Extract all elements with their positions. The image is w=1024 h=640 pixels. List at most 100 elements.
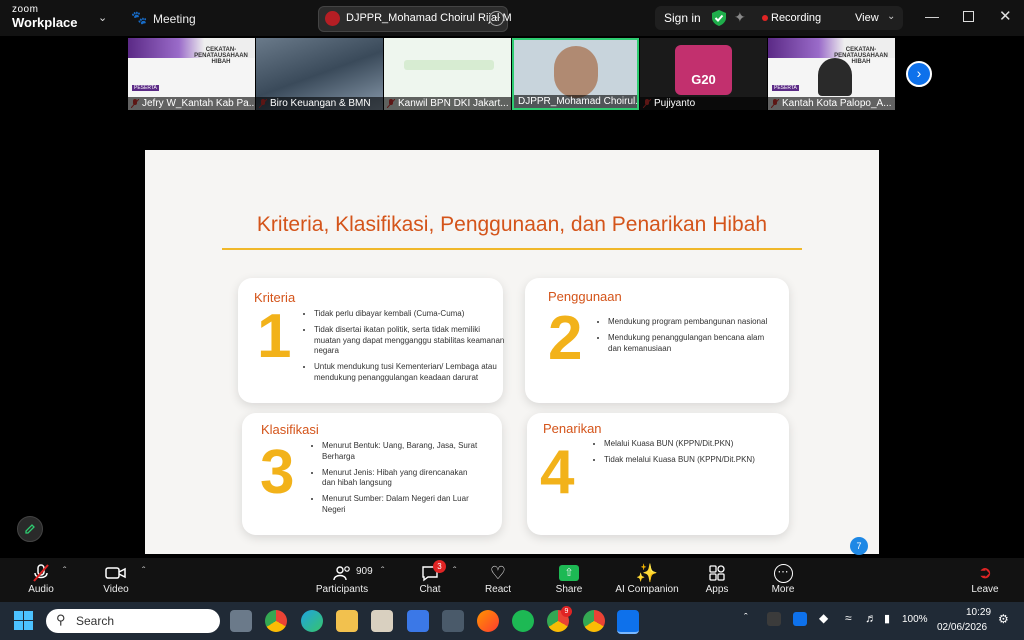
g20-logo: G20 — [675, 45, 732, 95]
meeting-toolbar: Audio ˆ Video ˆ Participants 909 ˆ Chat … — [0, 558, 1024, 602]
card-list: Mendukung program pembangunan nasional M… — [596, 317, 768, 359]
leave-door-icon: ➲ — [977, 563, 993, 582]
shield-icon[interactable] — [711, 9, 727, 27]
chevron-down-icon[interactable]: ⌄ — [98, 11, 107, 24]
heart-icon: ♡ — [489, 562, 507, 583]
participants-icon — [333, 566, 350, 581]
firefox-icon[interactable] — [477, 610, 499, 632]
share-arrow-icon: ⇧ — [559, 565, 579, 581]
tray-zoom-icon[interactable] — [793, 612, 807, 626]
more-label: More — [771, 584, 795, 595]
notepad-icon[interactable] — [407, 610, 429, 632]
search-box[interactable]: ⚲ Search — [46, 609, 220, 633]
participant-tile[interactable]: G20 Pujiyanto — [640, 38, 767, 110]
minimize-icon[interactable]: — — [925, 8, 939, 24]
list-item: Menurut Bentuk: Uang, Barang, Jasa, Sura… — [322, 441, 482, 463]
search-placeholder: Search — [76, 614, 115, 628]
audio-options-chevron-icon[interactable]: ˆ — [63, 566, 66, 577]
notification-bell-icon[interactable]: ⚙ — [998, 612, 1009, 626]
task-view-icon[interactable] — [230, 610, 252, 632]
participants-chevron-icon[interactable]: ˆ — [381, 566, 384, 577]
apps-button[interactable]: Apps — [682, 562, 752, 595]
mic-muted-icon — [33, 564, 49, 582]
more-dots-icon: ⋯ — [773, 563, 793, 583]
meeting-label[interactable]: Meeting — [153, 12, 196, 26]
tray-teams-icon[interactable]: ◆ — [819, 611, 828, 625]
record-dot-icon — [762, 15, 768, 21]
apps-label: Apps — [705, 584, 729, 595]
zoom-logo: zoom Workplace — [12, 5, 78, 30]
participant-tile[interactable]: Biro Keuangan & BMN — [256, 38, 383, 110]
card-list: Menurut Bentuk: Uang, Barang, Jasa, Sura… — [310, 441, 482, 521]
video-button[interactable]: Video — [81, 562, 151, 595]
recording-status[interactable]: Recording — [771, 12, 821, 24]
shared-slide: Kriteria, Klasifikasi, Penggunaan, dan P… — [145, 150, 879, 555]
annotate-pencil-icon[interactable] — [17, 516, 43, 542]
card-number: 3 — [260, 438, 295, 507]
meeting-avatar-icon — [325, 11, 340, 26]
card-number: 2 — [548, 304, 583, 373]
sign-in-button[interactable]: Sign in — [664, 11, 701, 25]
react-button[interactable]: ♡ React — [463, 562, 533, 596]
clock-time[interactable]: 10:29 — [966, 607, 991, 618]
view-chevron-icon[interactable]: ⌄ — [887, 11, 895, 22]
spotify-icon[interactable] — [512, 610, 534, 632]
restore-icon[interactable] — [963, 11, 974, 22]
clock-date[interactable]: 02/06/2026 — [937, 622, 987, 633]
leave-button[interactable]: ➲ Leave — [950, 562, 1020, 595]
battery-icon[interactable]: ▮ — [884, 612, 890, 625]
brand-bottom: Workplace — [12, 15, 78, 30]
list-item: Menurut Jenis: Hibah yang direncanakan d… — [322, 468, 482, 490]
list-item: Untuk mendukung tusi Kementerian/ Lembag… — [314, 362, 506, 384]
title-underline — [222, 248, 802, 250]
list-item: Tidak perlu dibayar kembali (Cuma-Cuma) — [314, 309, 506, 320]
list-item: Melalui Kuasa BUN (KPPN/Dit.PKN) — [604, 439, 779, 450]
meeting-name-pill[interactable]: DJPPR_Mohamad Choirul Rijal M ⋯ — [318, 6, 512, 32]
view-button[interactable]: View — [855, 12, 879, 24]
video-options-chevron-icon[interactable]: ˆ — [142, 566, 145, 577]
tile-slide-title: CEKATAN-PENATAUSAHAAN HIBAH — [194, 47, 248, 65]
card-number: 1 — [257, 302, 292, 371]
calculator-icon[interactable] — [442, 610, 464, 632]
list-item: Tidak disertai ikatan politik, serta tid… — [314, 325, 506, 357]
participant-name: Kantah Kota Palopo_A... — [768, 97, 895, 110]
next-page-arrow-icon[interactable]: › — [906, 61, 932, 87]
battery-level: 100% — [902, 614, 928, 625]
participant-tile[interactable]: CEKATAN-PENATAUSAHAAN HIBAH PESERTA Kant… — [768, 38, 895, 110]
list-item: Menurut Sumber: Dalam Negeri dan Luar Ne… — [322, 494, 482, 516]
more-button[interactable]: ⋯ More — [748, 562, 818, 595]
title-bar: zoom Workplace ⌄ 🐾 Meeting DJPPR_Mohamad… — [0, 0, 1024, 36]
list-item: Tidak melalui Kuasa BUN (KPPN/Dit.PKN) — [604, 455, 779, 466]
chat-label: Chat — [419, 584, 441, 595]
participant-tile[interactable]: CEKATAN-PENATAUSAHAAN HIBAH PESERTA Jefr… — [128, 38, 255, 110]
chat-chevron-icon[interactable]: ˆ — [453, 566, 456, 577]
sparkle-icon[interactable]: ✦ — [734, 9, 746, 26]
participant-tile[interactable]: Kanwil BPN DKI Jakart... — [384, 38, 511, 110]
apps-grid-icon — [709, 565, 725, 581]
ai-companion-button[interactable]: ✨ AI Companion — [606, 562, 688, 596]
file-explorer-icon[interactable] — [336, 610, 358, 632]
chat-badge: 3 — [433, 560, 446, 573]
volume-icon[interactable]: ♬ — [865, 611, 877, 625]
tray-app-icon[interactable] — [767, 612, 781, 626]
share-label: Share — [555, 584, 583, 595]
chrome-profile-2-icon[interactable] — [583, 610, 605, 632]
share-button[interactable]: ⇧ Share — [534, 562, 604, 595]
participant-tile-active[interactable]: DJPPR_Mohamad Choirul... — [512, 38, 639, 110]
paint-icon[interactable] — [371, 610, 393, 632]
participant-name: Pujiyanto — [640, 97, 767, 110]
search-icon: ⚲ — [56, 612, 66, 627]
card-number: 4 — [540, 438, 575, 507]
chrome-icon[interactable] — [265, 610, 287, 632]
edge-icon[interactable] — [301, 610, 323, 632]
tile-tag: PESERTA — [772, 85, 799, 91]
participant-name: Jefry W_Kantah Kab Pa... — [128, 97, 255, 110]
close-icon[interactable]: ✕ — [999, 7, 1012, 25]
participant-name: Kanwil BPN DKI Jakart... — [384, 97, 511, 110]
zoom-taskbar-icon[interactable] — [617, 610, 639, 634]
wifi-icon[interactable]: ≈ — [845, 611, 852, 625]
tray-chevron-icon[interactable]: ˆ — [744, 612, 748, 624]
more-dots-icon[interactable]: ⋯ — [489, 11, 504, 26]
windows-start-icon[interactable] — [14, 611, 33, 630]
tile-tag: PESERTA — [132, 85, 159, 91]
